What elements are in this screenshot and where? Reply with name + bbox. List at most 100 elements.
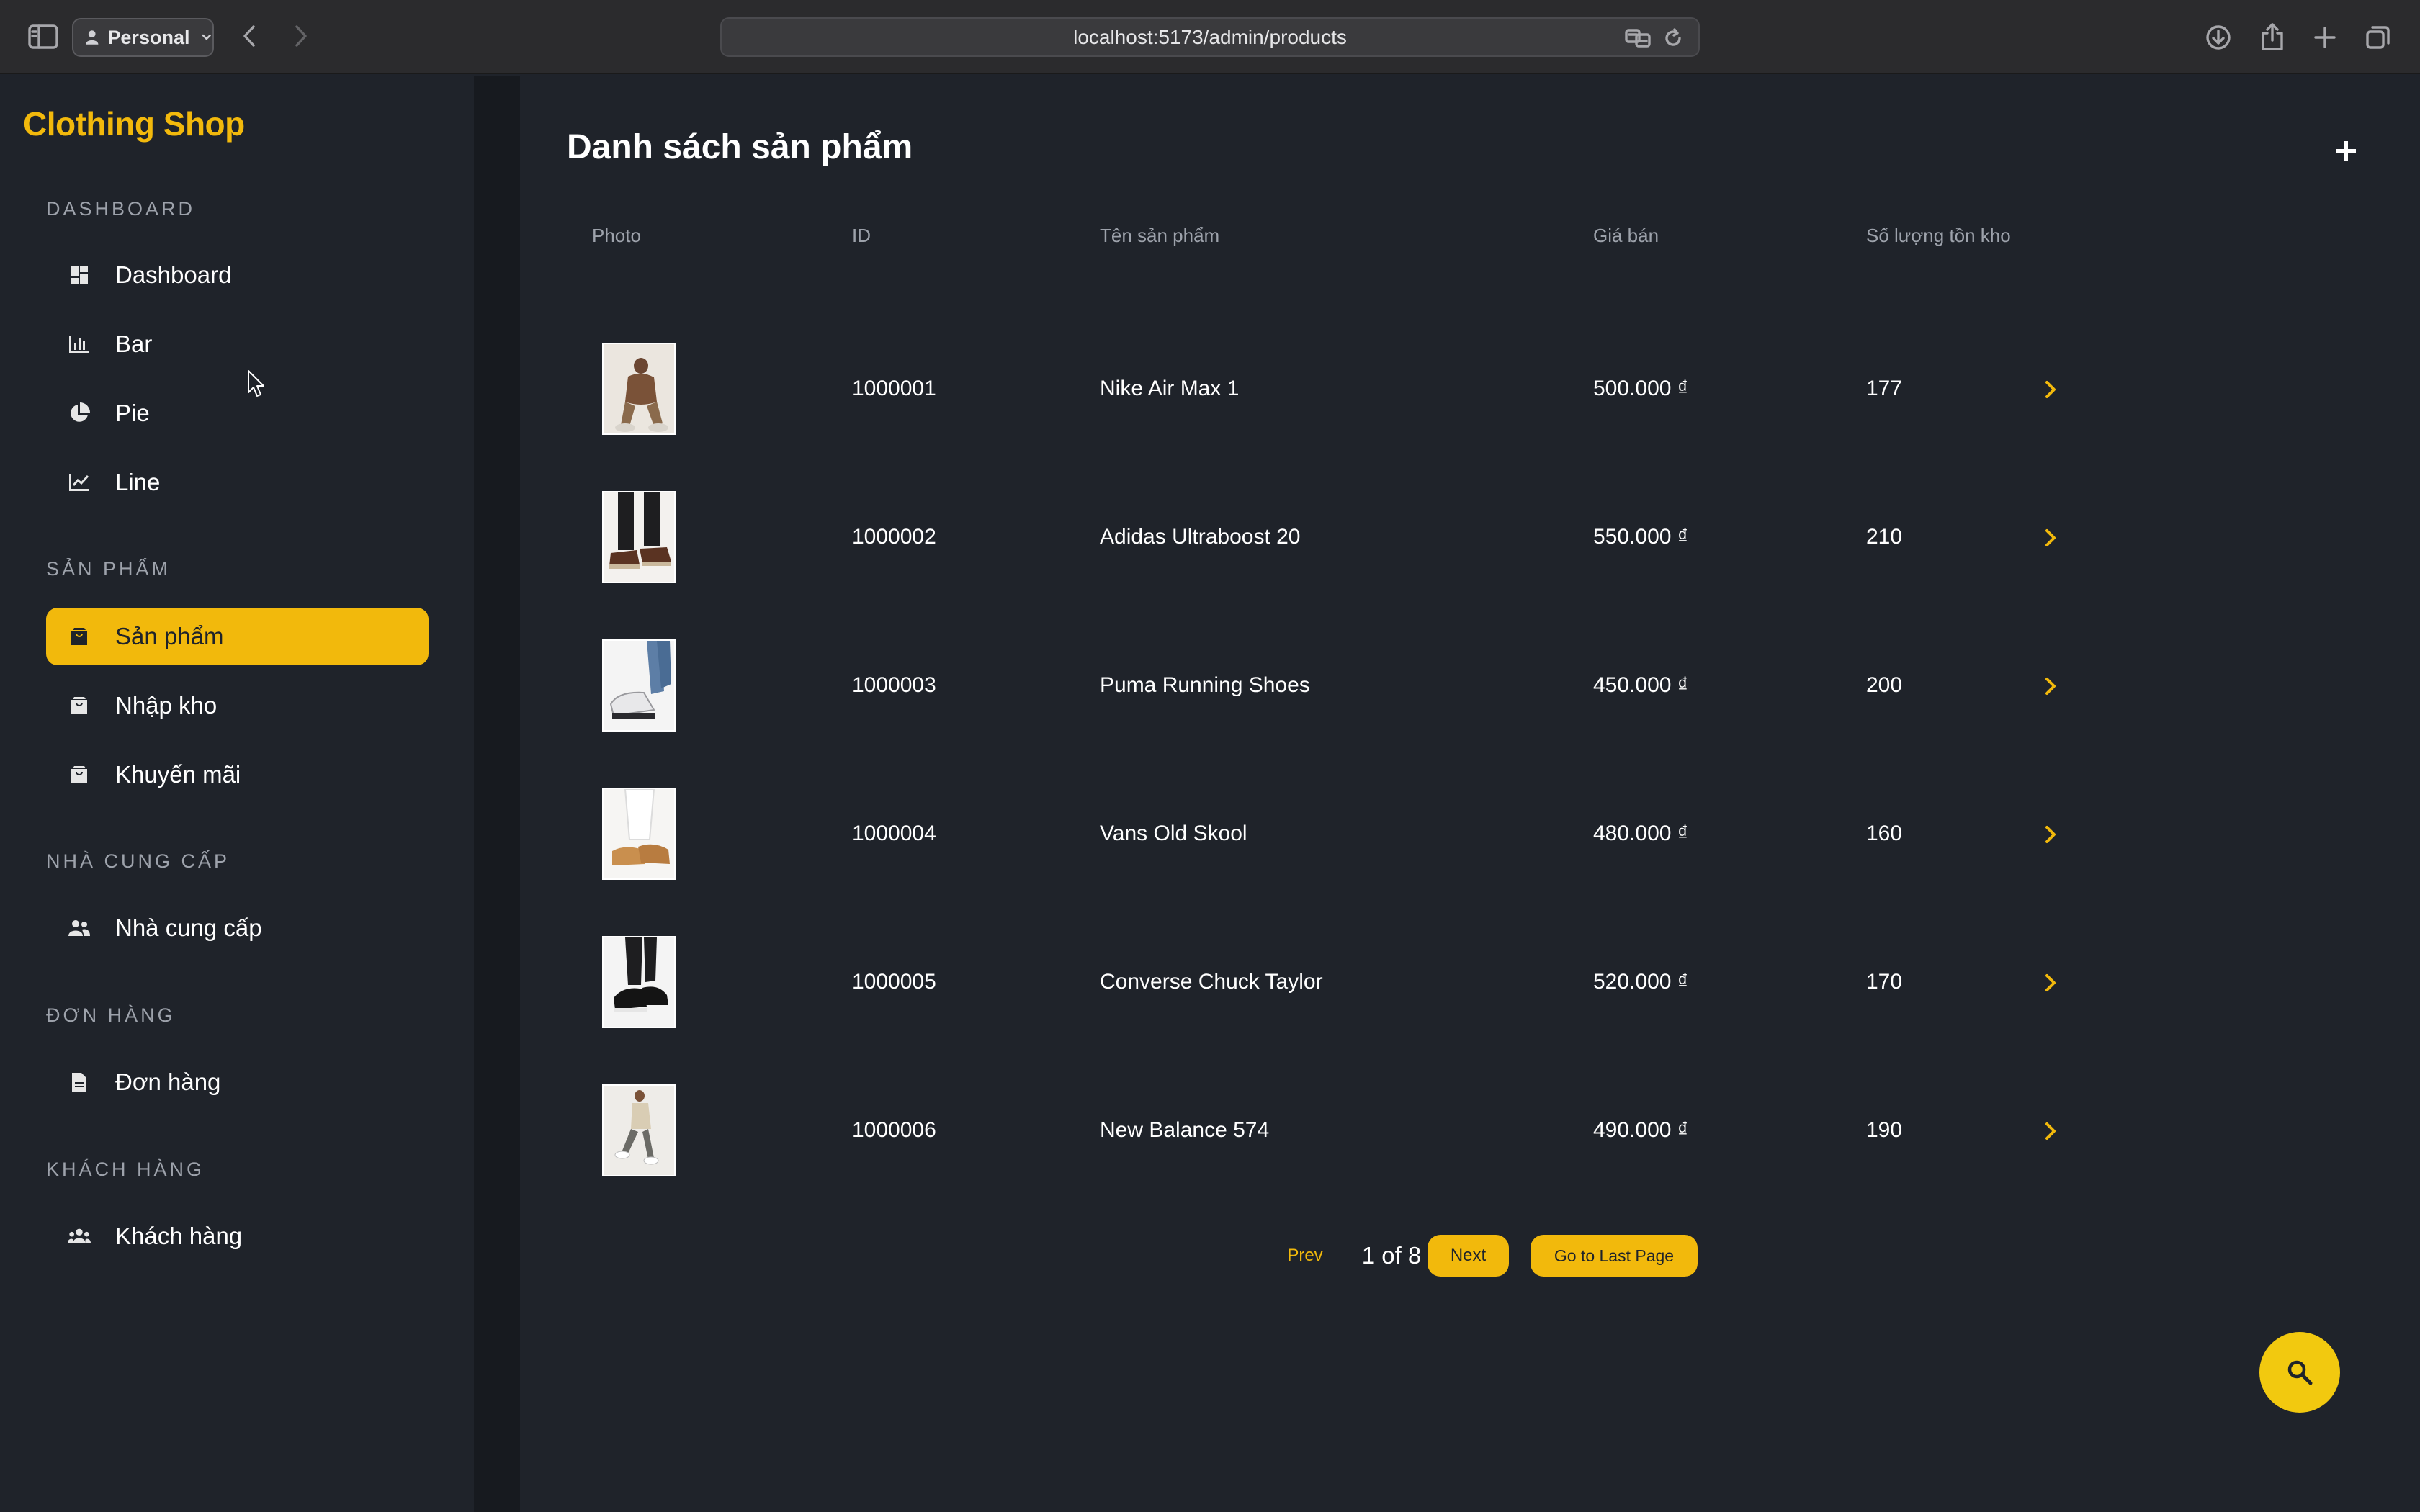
section-title-suppliers: NHÀ CUNG CẤP xyxy=(46,850,230,872)
sidebar-item-label: Pie xyxy=(115,400,150,426)
sidebar-item-label: Sản phẩm xyxy=(115,623,224,649)
translate-icon[interactable] xyxy=(1625,27,1652,49)
bar-chart-icon xyxy=(68,333,91,356)
shopping-bag-icon xyxy=(68,763,91,786)
column-header-photo: Photo xyxy=(592,225,641,246)
product-photo xyxy=(602,639,676,732)
brand-logo[interactable]: Clothing Shop xyxy=(23,104,245,143)
product-id: 1000004 xyxy=(852,822,936,845)
shopping-bag-icon xyxy=(68,694,91,717)
tabs-overview-icon[interactable] xyxy=(2362,22,2394,53)
sidebar-item-customers[interactable]: Khách hàng xyxy=(46,1207,429,1265)
table-row[interactable]: 1000003 Puma Running Shoes 450.000 ₫ 200 xyxy=(567,616,2339,764)
product-name: Vans Old Skool xyxy=(1100,822,1247,845)
product-price: 520.000 ₫ xyxy=(1593,970,1689,994)
sidebar-item-suppliers[interactable]: Nhà cung cấp xyxy=(46,899,429,957)
person-icon xyxy=(85,30,99,45)
download-icon[interactable] xyxy=(2202,22,2234,53)
product-price: 450.000 ₫ xyxy=(1593,673,1689,697)
sidebar-item-label: Đơn hàng xyxy=(115,1068,221,1095)
search-fab-button[interactable] xyxy=(2259,1332,2340,1413)
product-id: 1000006 xyxy=(852,1118,936,1142)
sidebar-item-label: Bar xyxy=(115,330,153,357)
product-id: 1000001 xyxy=(852,377,936,400)
column-header-name: Tên sản phẩm xyxy=(1100,225,1220,246)
add-product-button[interactable] xyxy=(2328,133,2364,169)
product-photo xyxy=(602,788,676,880)
address-bar[interactable]: localhost:5173/admin/products xyxy=(720,17,1700,57)
prev-page-button[interactable]: Prev xyxy=(1262,1235,1348,1277)
chevron-right-icon[interactable] xyxy=(2036,375,2065,404)
last-page-button[interactable]: Go to Last Page xyxy=(1531,1235,1698,1277)
section-title-products: SẢN PHẨM xyxy=(46,558,171,580)
sidebar-toggle-icon[interactable] xyxy=(27,23,59,50)
product-price: 550.000 ₫ xyxy=(1593,525,1689,549)
product-stock: 210 xyxy=(1866,525,1903,549)
sidebar-item-label: Khách hàng xyxy=(115,1223,243,1249)
table-row[interactable]: 1000002 Adidas Ultraboost 20 550.000 ₫ 2… xyxy=(567,467,2339,616)
table-row[interactable]: 1000005 Converse Chuck Taylor 520.000 ₫ … xyxy=(567,912,2339,1061)
product-name: Adidas Ultraboost 20 xyxy=(1100,525,1301,549)
section-title-customers: KHÁCH HÀNG xyxy=(46,1158,205,1180)
product-price: 490.000 ₫ xyxy=(1593,1118,1689,1142)
product-stock: 177 xyxy=(1866,377,1903,400)
share-icon[interactable] xyxy=(2257,20,2288,53)
page-title: Danh sách sản phẩm xyxy=(567,128,913,166)
url-text: localhost:5173/admin/products xyxy=(1073,25,1347,48)
sidebar-item-orders[interactable]: Đơn hàng xyxy=(46,1053,429,1111)
sidebar-item-bar[interactable]: Bar xyxy=(46,315,429,373)
sidebar-item-products[interactable]: Sản phẩm xyxy=(46,608,429,665)
sidebar-item-label: Line xyxy=(115,469,161,495)
product-photo xyxy=(602,936,676,1028)
sidebar-item-label: Khuyến mãi xyxy=(115,761,241,788)
main-content: Danh sách sản phẩm Photo ID Tên sản phẩm… xyxy=(520,76,2420,1512)
product-name: Nike Air Max 1 xyxy=(1100,377,1240,400)
customer-group-icon xyxy=(68,1225,91,1248)
sidebar-item-line[interactable]: Line xyxy=(46,454,429,511)
sidebar: Clothing Shop DASHBOARD Dashboard Bar Pi… xyxy=(0,76,474,1512)
product-price: 500.000 ₫ xyxy=(1593,377,1689,400)
product-photo xyxy=(602,1084,676,1176)
chevron-down-icon xyxy=(202,34,212,40)
next-page-button[interactable]: Next xyxy=(1428,1235,1509,1277)
chevron-right-icon[interactable] xyxy=(2036,672,2065,701)
table-row[interactable]: 1000004 Vans Old Skool 480.000 ₫ 160 xyxy=(567,764,2339,912)
line-chart-icon xyxy=(68,471,91,494)
table-row[interactable]: 1000006 New Balance 574 490.000 ₫ 190 xyxy=(567,1061,2339,1209)
chevron-right-icon[interactable] xyxy=(2036,1117,2065,1146)
shopping-bag-icon xyxy=(68,625,91,648)
sidebar-item-label: Nhà cung cấp xyxy=(115,914,262,941)
sidebar-item-promotions[interactable]: Khuyến mãi xyxy=(46,746,429,804)
chevron-right-icon[interactable] xyxy=(2036,523,2065,552)
product-photo xyxy=(602,343,676,435)
column-header-stock: Số lượng tồn kho xyxy=(1866,225,2011,246)
section-title-dashboard: DASHBOARD xyxy=(46,198,196,220)
sidebar-item-pie[interactable]: Pie xyxy=(46,384,429,442)
sidebar-item-label: Dashboard xyxy=(115,261,232,288)
sidebar-item-import[interactable]: Nhập kho xyxy=(46,677,429,734)
chevron-right-icon[interactable] xyxy=(2036,820,2065,849)
product-photo xyxy=(602,491,676,583)
product-id: 1000005 xyxy=(852,970,936,994)
reload-icon[interactable] xyxy=(1662,27,1684,49)
sidebar-divider xyxy=(474,76,520,1512)
table-row[interactable]: 1000001 Nike Air Max 1 500.000 ₫ 177 xyxy=(567,319,2339,467)
product-price: 480.000 ₫ xyxy=(1593,822,1689,845)
forward-icon[interactable] xyxy=(287,22,315,50)
new-tab-icon[interactable] xyxy=(2309,22,2341,53)
product-id: 1000003 xyxy=(852,673,936,697)
product-stock: 160 xyxy=(1866,822,1903,845)
column-header-price: Giá bán xyxy=(1593,225,1659,246)
profile-button[interactable]: Personal xyxy=(72,18,214,57)
product-name: New Balance 574 xyxy=(1100,1118,1270,1142)
sidebar-item-dashboard[interactable]: Dashboard xyxy=(46,246,429,304)
section-title-orders: ĐƠN HÀNG xyxy=(46,1004,176,1026)
search-icon xyxy=(2287,1360,2313,1385)
back-icon[interactable] xyxy=(235,22,264,50)
profile-label: Personal xyxy=(107,26,190,48)
product-stock: 200 xyxy=(1866,673,1903,697)
supplier-people-icon xyxy=(68,917,91,940)
chevron-right-icon[interactable] xyxy=(2036,968,2065,997)
sidebar-item-label: Nhập kho xyxy=(115,692,218,719)
plus-icon xyxy=(2336,141,2356,161)
